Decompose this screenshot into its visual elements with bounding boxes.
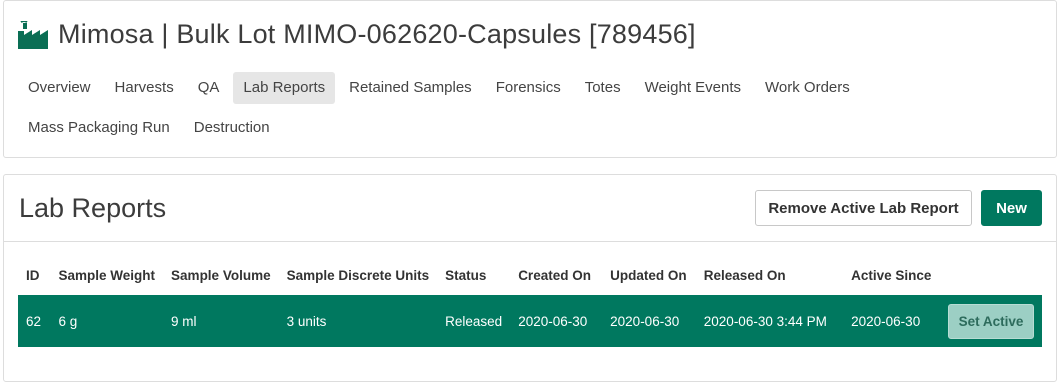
tab-destruction[interactable]: Destruction xyxy=(184,112,280,144)
tab-forensics[interactable]: Forensics xyxy=(486,72,571,104)
column-header-sample-volume: Sample Volume xyxy=(171,267,271,283)
page-title: Mimosa | Bulk Lot MIMO-062620-Capsules [… xyxy=(58,19,696,49)
table-header-row: ID Sample Weight Sample Volume Sample Di… xyxy=(18,255,1042,295)
set-active-button[interactable]: Set Active xyxy=(948,303,1034,339)
column-header-actions xyxy=(940,255,1042,295)
header-card: Mimosa | Bulk Lot MIMO-062620-Capsules [… xyxy=(3,0,1057,158)
lab-reports-card: Lab Reports Remove Active Lab Report New… xyxy=(3,174,1057,382)
lab-reports-title: Lab Reports xyxy=(19,193,167,223)
cell-actions: Set Active xyxy=(940,295,1042,347)
tab-harvests[interactable]: Harvests xyxy=(105,72,184,104)
cell-sample-weight: 6 g xyxy=(50,295,164,347)
cell-id: 62 xyxy=(18,295,51,347)
cell-sample-discrete-units: 3 units xyxy=(278,295,438,347)
remove-active-lab-report-button[interactable]: Remove Active Lab Report xyxy=(755,190,972,226)
cell-updated-on: 2020-06-30 xyxy=(602,295,696,347)
tab-row-2: Mass Packaging Run Destruction xyxy=(18,112,1028,144)
column-header-id: ID xyxy=(26,267,40,283)
tab-overview[interactable]: Overview xyxy=(18,72,101,104)
column-header-released-on: Released On xyxy=(703,267,786,283)
table-row: 62 6 g 9 ml 3 units Released 2020-06-30 … xyxy=(18,295,1042,347)
lab-reports-table: ID Sample Weight Sample Volume Sample Di… xyxy=(18,255,1042,347)
tab-lab-reports[interactable]: Lab Reports xyxy=(233,72,336,104)
tab-mass-packaging-run[interactable]: Mass Packaging Run xyxy=(18,112,180,144)
tab-navigation: Overview Harvests QA Lab Reports Retaine… xyxy=(18,72,1028,152)
new-button[interactable]: New xyxy=(981,190,1042,226)
tab-weight-events[interactable]: Weight Events xyxy=(635,72,751,104)
tab-totes[interactable]: Totes xyxy=(575,72,631,104)
column-header-updated-on: Updated On xyxy=(610,267,687,283)
column-header-sample-discrete-units: Sample Discrete Units xyxy=(286,267,430,283)
tab-work-orders[interactable]: Work Orders xyxy=(755,72,860,104)
cell-status: Released xyxy=(437,295,511,347)
factory-icon xyxy=(18,19,48,49)
column-header-active-since: Active Since xyxy=(851,267,932,283)
column-header-created-on: Created On xyxy=(518,267,591,283)
title-row: Mimosa | Bulk Lot MIMO-062620-Capsules [… xyxy=(18,19,696,50)
column-header-status: Status xyxy=(445,267,487,283)
cell-sample-volume: 9 ml xyxy=(163,295,279,347)
cell-created-on: 2020-06-30 xyxy=(510,295,603,347)
cell-released-on: 2020-06-30 3:44 PM xyxy=(695,295,844,347)
tab-qa[interactable]: QA xyxy=(188,72,230,104)
tab-retained-samples[interactable]: Retained Samples xyxy=(339,72,482,104)
tab-row-1: Overview Harvests QA Lab Reports Retaine… xyxy=(18,72,1028,104)
divider xyxy=(4,241,1056,242)
column-header-sample-weight: Sample Weight xyxy=(58,267,156,283)
cell-active-since: 2020-06-30 xyxy=(843,295,940,347)
